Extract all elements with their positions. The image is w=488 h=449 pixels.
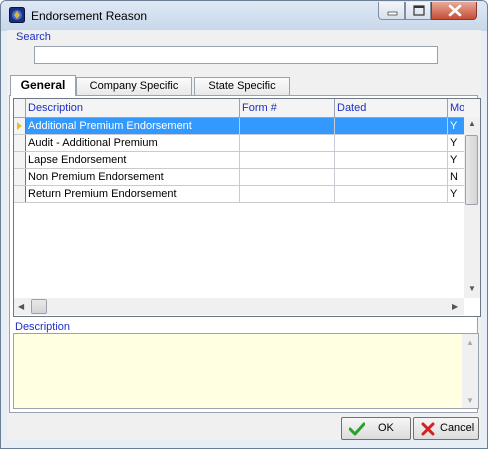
row-header-corner <box>14 99 26 117</box>
cancel-x-icon <box>421 422 435 436</box>
column-header-description[interactable]: Description <box>26 99 240 117</box>
cell-mo: Y <box>448 118 464 134</box>
horizontal-scroll-thumb[interactable] <box>31 299 47 314</box>
app-icon <box>9 7 25 23</box>
endorsement-grid[interactable]: Description Form # Dated Mo Additional P… <box>13 98 481 317</box>
ok-button[interactable]: OK <box>341 417 411 440</box>
dialog-footer: OK Cancel <box>7 413 481 440</box>
cell-form <box>240 169 335 185</box>
cell-form <box>240 135 335 151</box>
grid-vertical-scrollbar[interactable]: ▲ ▼ <box>464 117 480 298</box>
close-icon <box>448 4 462 17</box>
grid-horizontal-scrollbar[interactable]: ◀ ▶ <box>14 298 464 315</box>
minimize-button[interactable] <box>378 2 405 20</box>
cancel-button-label: Cancel <box>440 422 475 434</box>
table-row[interactable]: Non Premium Endorsement N <box>14 169 464 186</box>
vertical-scroll-thumb[interactable] <box>465 135 478 205</box>
row-indicator <box>14 169 26 185</box>
memo-scroll-up-arrow-icon[interactable]: ▲ <box>466 338 474 348</box>
description-label: Description <box>15 321 71 333</box>
tab-general[interactable]: General <box>10 75 76 96</box>
maximize-icon <box>413 5 425 16</box>
title-bar[interactable]: Endorsement Reason <box>1 1 487 31</box>
cell-mo: Y <box>450 154 458 166</box>
memo-scroll-down-arrow-icon[interactable]: ▼ <box>466 396 474 406</box>
close-button[interactable] <box>431 2 477 20</box>
tab-company-specific[interactable]: Company Specific <box>76 77 192 96</box>
row-indicator <box>14 118 26 134</box>
row-indicator <box>14 135 26 151</box>
cell-description: Lapse Endorsement <box>26 152 240 168</box>
cancel-button[interactable]: Cancel <box>413 417 479 440</box>
window-title: Endorsement Reason <box>31 9 148 23</box>
tab-state-specific[interactable]: State Specific <box>194 77 290 96</box>
table-row[interactable]: Return Premium Endorsement Y <box>14 186 464 203</box>
description-scrollbar[interactable]: ▲ ▼ <box>462 334 478 408</box>
search-label: Search <box>16 31 51 43</box>
checkmark-icon <box>349 422 365 436</box>
cell-dated <box>335 169 448 185</box>
table-row[interactable]: Audit - Additional Premium Y <box>14 135 464 152</box>
scroll-down-arrow-icon[interactable]: ▼ <box>468 284 476 294</box>
current-row-arrow-icon <box>17 122 22 130</box>
dialog-client-area: Search General Company Specific State Sp… <box>7 30 481 440</box>
cell-mo: Y <box>450 188 458 200</box>
cell-form <box>240 118 335 134</box>
cell-description: Return Premium Endorsement <box>26 186 240 202</box>
table-row[interactable]: Lapse Endorsement Y <box>14 152 464 169</box>
cell-dated <box>335 135 448 151</box>
cell-dated <box>335 186 448 202</box>
table-row[interactable]: Additional Premium Endorsement Y <box>14 118 464 135</box>
row-indicator <box>14 152 26 168</box>
endorsement-reason-window: Endorsement Reason Search General Compan… <box>0 0 488 449</box>
search-input[interactable] <box>34 46 438 64</box>
cell-description: Non Premium Endorsement <box>26 169 240 185</box>
cell-dated <box>335 118 448 134</box>
column-header-dated[interactable]: Dated <box>335 99 448 117</box>
cell-dated <box>335 152 448 168</box>
minimize-icon <box>387 11 398 16</box>
description-memo[interactable]: ▲ ▼ <box>13 333 479 409</box>
scroll-left-arrow-icon[interactable]: ◀ <box>18 302 24 312</box>
general-tab-panel: Description Form # Dated Mo Additional P… <box>9 95 481 413</box>
grid-header: Description Form # Dated Mo <box>14 99 480 118</box>
column-header-form[interactable]: Form # <box>240 99 335 117</box>
cell-description: Audit - Additional Premium <box>26 135 240 151</box>
column-header-mo[interactable]: Mo <box>448 99 464 117</box>
cell-form <box>240 152 335 168</box>
row-indicator <box>14 186 26 202</box>
cell-form <box>240 186 335 202</box>
scroll-up-arrow-icon[interactable]: ▲ <box>468 119 476 129</box>
cell-description: Additional Premium Endorsement <box>26 118 240 134</box>
maximize-button[interactable] <box>405 2 431 20</box>
cell-mo: N <box>450 171 458 183</box>
ok-button-label: OK <box>378 422 394 434</box>
scroll-right-arrow-icon[interactable]: ▶ <box>452 302 458 312</box>
cell-mo: Y <box>450 137 458 149</box>
